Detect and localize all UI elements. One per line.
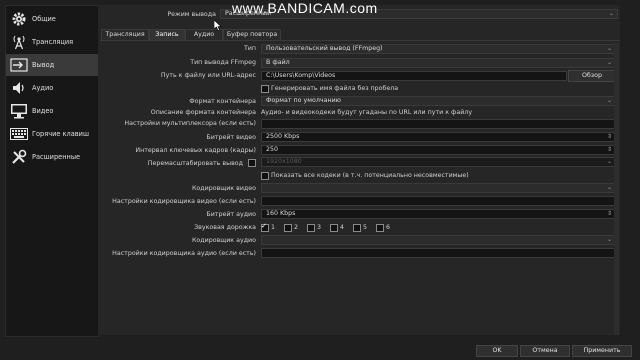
path-input[interactable]: C:\Users\Komp\Videos — [261, 71, 567, 81]
mouse-cursor-icon — [214, 20, 222, 31]
sidebar-item-advanced[interactable]: Расширенные — [6, 146, 98, 168]
rescale-output-label: Перемасштабировать вывод — [147, 160, 243, 167]
muxer-settings-label: Настройки мультиплексора (если есть) — [124, 120, 256, 127]
path-label: Путь к файлу или URL-адрес — [160, 72, 256, 79]
no-space-filename-checkbox[interactable] — [261, 85, 269, 93]
chevron-down-icon: ⌄ — [606, 236, 612, 243]
audio-encoder-settings-input[interactable] — [261, 248, 616, 258]
sidebar-item-stream[interactable]: Трансляция — [6, 31, 98, 53]
sidebar-item-label: Расширенные — [32, 153, 81, 161]
audio-track-4-checkbox[interactable] — [330, 224, 338, 232]
chevron-down-icon: ⌄ — [606, 97, 612, 104]
spin-arrows-icon: ⇕ — [606, 133, 612, 140]
container-desc-value: Аудио- и видеокодеки будут угаданы по UR… — [261, 109, 473, 116]
type-select[interactable]: Пользовательский вывод (FFmpeg) ⌄ — [261, 44, 616, 54]
bandicam-watermark: www.BANDICAM.com — [232, 0, 378, 16]
output-settings-panel — [98, 5, 620, 335]
video-bitrate-label: Битрейт видео — [206, 134, 256, 141]
audio-encoder-label: Кодировщик аудио — [191, 237, 256, 244]
gear-icon — [6, 11, 32, 27]
rescale-output-checkbox[interactable] — [248, 159, 256, 167]
audio-bitrate-spinbox[interactable]: 160 Kbps ⇕ — [261, 209, 616, 219]
muxer-settings-input[interactable] — [261, 119, 616, 129]
audio-track-4-label: 4 — [340, 224, 345, 231]
monitor-icon — [6, 103, 32, 119]
audio-track-2-checkbox[interactable] — [284, 224, 292, 232]
chevron-down-icon: ⌄ — [606, 184, 612, 191]
audio-encoder-select[interactable]: ⌄ — [261, 235, 616, 245]
tools-icon — [6, 149, 32, 165]
chevron-down-icon: ⌄ — [606, 59, 612, 66]
audio-track-1-checkbox[interactable] — [261, 222, 269, 232]
browse-button[interactable]: Обзор — [568, 70, 616, 82]
sidebar-item-label: Видео — [32, 107, 54, 115]
sidebar-item-video[interactable]: Видео — [6, 100, 98, 122]
apply-button[interactable]: Применить — [572, 345, 632, 357]
keyframe-interval-label: Интервал ключевых кадров (кадры) — [135, 147, 256, 154]
settings-sidebar: Общие Трансляция Вывод Аудио Видео Горяч… — [5, 5, 99, 337]
type-label: Тип — [243, 45, 256, 52]
audio-track-6-label: 6 — [386, 224, 391, 231]
audio-track-3-label: 3 — [317, 224, 322, 231]
audio-track-2-label: 2 — [294, 224, 299, 231]
audio-track-label: Звуковая дорожка — [194, 224, 256, 231]
cancel-button[interactable]: Отмена — [520, 345, 570, 357]
sidebar-item-audio[interactable]: Аудио — [6, 77, 98, 99]
output-icon — [6, 58, 32, 72]
sidebar-item-general[interactable]: Общие — [6, 8, 98, 30]
chevron-down-icon: ⌄ — [606, 158, 612, 165]
video-bitrate-spinbox[interactable]: 2500 Kbps ⇕ — [261, 132, 616, 142]
ok-button[interactable]: OK — [476, 345, 518, 357]
ffmpeg-type-select[interactable]: В файл ⌄ — [261, 58, 616, 68]
sidebar-item-output[interactable]: Вывод — [6, 54, 98, 76]
speaker-icon — [6, 80, 32, 96]
scrollbar[interactable] — [614, 43, 619, 335]
output-mode-label: Режим вывода — [167, 11, 216, 18]
audio-encoder-settings-label: Настройки кодировщика аудио (если есть) — [112, 250, 256, 257]
broadcast-icon — [6, 34, 32, 50]
ffmpeg-type-label: Тип вывода FFmpeg — [190, 59, 256, 66]
keyframe-interval-spinbox[interactable]: 250 ⇕ — [261, 145, 616, 155]
container-format-label: Формат контейнера — [189, 98, 256, 105]
tab-divider — [100, 40, 620, 41]
sidebar-item-hotkeys[interactable]: Горячие клавиш — [6, 123, 98, 145]
rescale-resolution-select: 1920x1080 ⌄ — [261, 157, 616, 167]
audio-track-1-label: 1 — [271, 224, 276, 231]
container-desc-label: Описание формата контейнера — [150, 109, 256, 116]
video-encoder-label: Кодировщик видео — [191, 185, 256, 192]
audio-track-6-checkbox[interactable] — [376, 224, 384, 232]
spin-arrows-icon: ⇕ — [606, 146, 612, 153]
chevron-down-icon: ⌄ — [606, 45, 612, 52]
sidebar-item-label: Вывод — [32, 61, 55, 69]
sidebar-item-label: Аудио — [32, 84, 54, 92]
sidebar-item-label: Общие — [32, 15, 56, 23]
container-format-select[interactable]: Формат по умолчанию ⌄ — [261, 96, 616, 106]
video-encoder-select[interactable]: ⌄ — [261, 183, 616, 193]
video-encoder-settings-input[interactable] — [261, 196, 616, 206]
keyboard-icon — [6, 128, 32, 140]
sidebar-item-label: Трансляция — [32, 38, 74, 46]
audio-track-5-checkbox[interactable] — [353, 224, 361, 232]
no-space-filename-label: Генерировать имя файла без пробела — [271, 85, 399, 92]
video-encoder-settings-label: Настройки кодировщика видео (если есть) — [112, 198, 256, 205]
spin-arrows-icon: ⇕ — [606, 210, 612, 217]
audio-track-5-label: 5 — [363, 224, 368, 231]
show-all-codecs-checkbox[interactable] — [261, 172, 269, 180]
chevron-down-icon: ⌄ — [608, 10, 614, 17]
audio-bitrate-label: Битрейт аудио — [206, 211, 256, 218]
show-all-codecs-label: Показать все кодеки (в т.ч. потенциально… — [271, 172, 469, 179]
audio-track-3-checkbox[interactable] — [307, 224, 315, 232]
sidebar-item-label: Горячие клавиш — [32, 130, 89, 138]
